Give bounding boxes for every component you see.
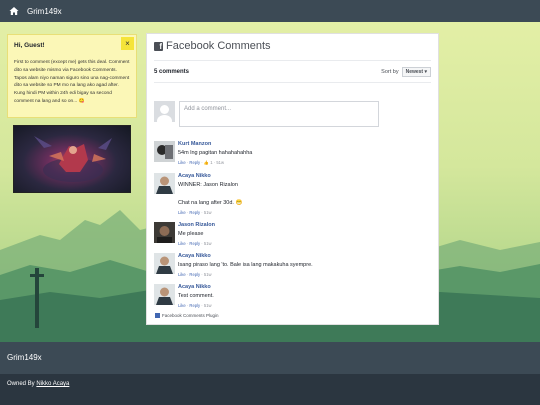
- comments-toolbar: 5 comments Sort by Newest ▾: [154, 67, 431, 77]
- avatar[interactable]: [154, 253, 175, 274]
- avatar[interactable]: [154, 141, 175, 162]
- comment-text: Test comment.: [178, 293, 214, 299]
- comment-time[interactable]: 51w: [216, 160, 224, 165]
- owner-link[interactable]: Nikko Acaya: [36, 381, 69, 387]
- comment-actions: Like · Reply · 51w: [178, 303, 212, 308]
- facebook-comments-widget: f Facebook Comments 5 comments Sort by N…: [146, 33, 439, 325]
- plugin-footer-link[interactable]: Facebook Comments Plugin: [162, 313, 219, 318]
- avatar[interactable]: [154, 222, 175, 243]
- footer-credits-bar: Owned By Nikko Acaya: [0, 374, 540, 405]
- divider: [154, 82, 431, 83]
- comment-actions: Like · Reply · 51w: [178, 272, 212, 277]
- commenter-name[interactable]: Acaya Nikko: [178, 284, 214, 290]
- add-comment-input[interactable]: Add a comment...: [179, 101, 379, 127]
- comment-actions: Like · Reply · 51w: [178, 210, 212, 215]
- like-link[interactable]: Like: [178, 160, 186, 165]
- comment-body: Kurt Manzon 54m lng pagitan hahahahahha …: [178, 141, 252, 166]
- comments-header: f Facebook Comments: [154, 40, 431, 52]
- guest-avatar: [154, 101, 175, 122]
- footer-brand: Grim149x: [7, 353, 42, 362]
- comment-time[interactable]: 51w: [204, 272, 212, 277]
- comment-text: Me please: [178, 231, 204, 237]
- facebook-small-icon: [155, 313, 160, 318]
- comment-actions: Like · Reply · 51w: [178, 241, 212, 246]
- like-count: 1: [210, 160, 213, 165]
- comment-time[interactable]: 51w: [204, 303, 212, 308]
- comment-body: Acaya Nikko Isang piraso lang 'to. Bale …: [178, 253, 313, 277]
- commenter-name[interactable]: Acaya Nikko: [178, 173, 242, 179]
- comments-title: Facebook Comments: [166, 40, 271, 52]
- commenter-name[interactable]: Jason Rizalon: [178, 222, 215, 228]
- comment-item: Kurt Manzon 54m lng pagitan hahahahahha …: [154, 141, 431, 166]
- reply-link[interactable]: Reply: [189, 241, 200, 246]
- avatar[interactable]: [154, 173, 175, 194]
- comment-time[interactable]: 51w: [204, 241, 212, 246]
- reply-link[interactable]: Reply: [189, 210, 200, 215]
- comment-body: Jason Rizalon Me please Like · Reply · 5…: [178, 222, 215, 246]
- commenter-name[interactable]: Kurt Manzon: [178, 141, 252, 147]
- comment-time[interactable]: 51w: [204, 210, 212, 215]
- owned-by-label: Owned By: [7, 381, 35, 387]
- footer-brand-bar: Grim149x: [0, 342, 540, 374]
- top-navbar: Grim149x: [0, 0, 540, 22]
- comment-text-line-2: Chat na lang after 30d. 😁: [178, 200, 243, 206]
- reply-link[interactable]: Reply: [189, 303, 200, 308]
- like-link[interactable]: Like: [178, 210, 186, 215]
- sort-label: Sort by: [381, 69, 399, 75]
- site-brand-link[interactable]: Grim149x: [27, 7, 62, 16]
- comment-body: Acaya Nikko Test comment. Like · Reply ·…: [178, 284, 214, 308]
- notice-title: Hi, Guest!: [14, 42, 45, 49]
- comment-item: Acaya Nikko WINNER: Jason Rizalon Chat n…: [154, 173, 431, 215]
- home-icon[interactable]: [9, 6, 19, 16]
- comment-text: WINNER: Jason Rizalon: [178, 182, 238, 188]
- reply-link[interactable]: Reply: [189, 272, 200, 277]
- comment-item: Jason Rizalon Me please Like · Reply · 5…: [154, 222, 431, 246]
- reply-link[interactable]: Reply: [189, 160, 200, 165]
- comments-count: 5 comments: [154, 69, 190, 75]
- comment-item: Acaya Nikko Test comment. Like · Reply ·…: [154, 284, 431, 308]
- comment-composer: Add a comment...: [154, 101, 431, 127]
- plugin-footer[interactable]: Facebook Comments Plugin: [155, 313, 219, 318]
- guest-notice: Hi, Guest! × First to comment (except me…: [7, 34, 137, 118]
- like-link[interactable]: Like: [178, 272, 186, 277]
- avatar[interactable]: [154, 284, 175, 305]
- divider: [154, 60, 431, 61]
- comment-text: 54m lng pagitan hahahahahha: [178, 150, 253, 156]
- like-link[interactable]: Like: [178, 241, 186, 246]
- comment-item: Acaya Nikko Isang piraso lang 'to. Bale …: [154, 253, 431, 277]
- notice-body: First to comment (except me) gets this d…: [14, 60, 130, 104]
- like-count-icon: 👍: [203, 160, 210, 165]
- notice-close-button[interactable]: ×: [121, 37, 134, 50]
- commenter-name[interactable]: Acaya Nikko: [178, 253, 313, 259]
- comment-body: Acaya Nikko WINNER: Jason Rizalon Chat n…: [178, 173, 242, 215]
- comment-actions: Like · Reply · 👍 1 · 51w: [178, 160, 225, 165]
- sort-dropdown[interactable]: Newest ▾: [401, 67, 431, 77]
- comment-text: Isang piraso lang 'to. Bale isa lang mak…: [178, 262, 313, 268]
- like-link[interactable]: Like: [178, 303, 186, 308]
- post-thumbnail-image[interactable]: [13, 125, 131, 193]
- facebook-icon: f: [154, 41, 163, 51]
- sort-control: Sort by Newest ▾: [381, 67, 431, 77]
